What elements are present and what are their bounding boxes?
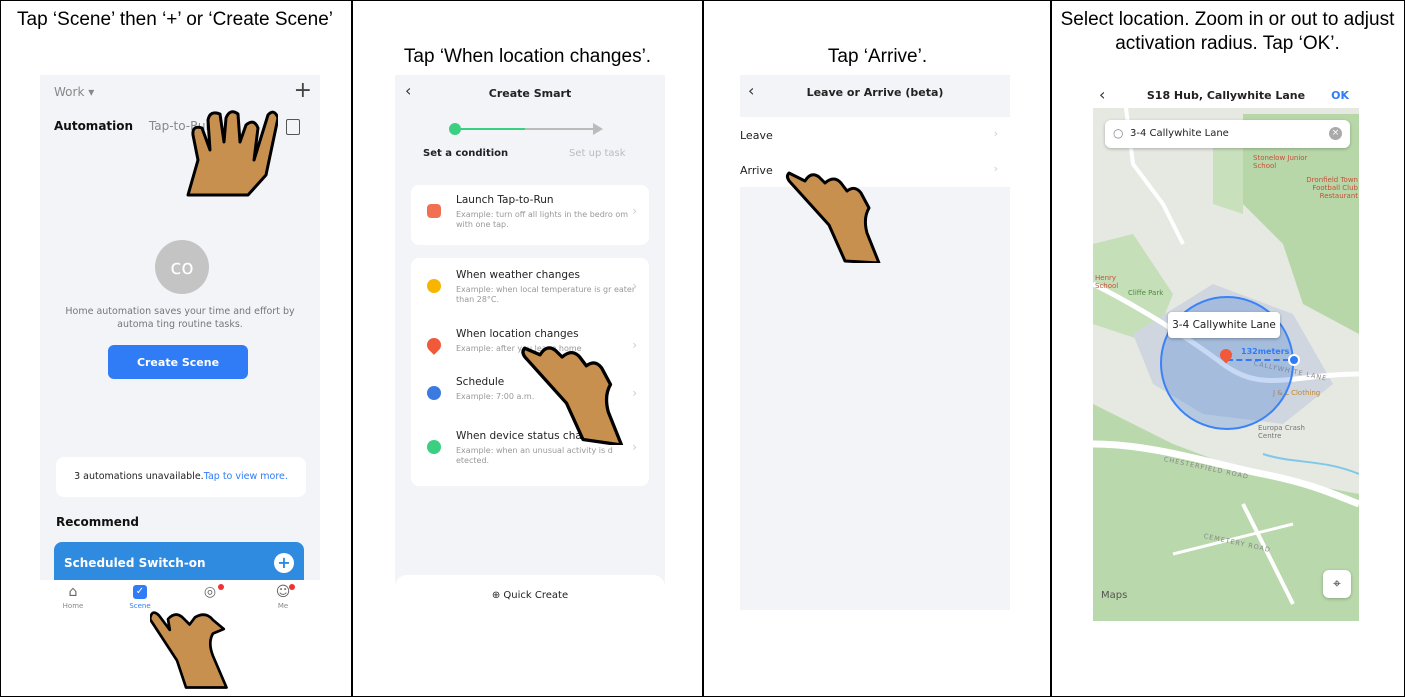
chevron-right-icon: › bbox=[632, 204, 637, 218]
location-callout: 3-4 Callywhite Lane bbox=[1168, 312, 1280, 338]
chevron-right-icon: › bbox=[632, 279, 637, 293]
quick-create-button[interactable]: ⊕ Quick Create bbox=[395, 575, 665, 622]
leave-arrive-screen: ‹ Leave or Arrive (beta) Leave › Arrive … bbox=[740, 75, 1010, 610]
condition-weather[interactable]: When weather changes Example: when local… bbox=[411, 263, 649, 317]
maps-attribution: Maps bbox=[1101, 590, 1128, 601]
recommend-card-title: Scheduled Switch-on bbox=[64, 556, 206, 570]
step-progress bbox=[449, 123, 603, 135]
screen-title: S18 Hub, Callywhite Lane bbox=[1146, 89, 1306, 102]
location-pin-icon bbox=[424, 335, 444, 355]
radius-line bbox=[1227, 359, 1289, 361]
option-leave[interactable]: Leave › bbox=[740, 117, 1010, 152]
unavailable-notice: 3 automations unavailable.Tap to view mo… bbox=[56, 457, 306, 497]
pointing-hand-icon bbox=[150, 611, 228, 689]
launch-card: Launch Tap-to-Run Example: turn off all … bbox=[411, 185, 649, 245]
ok-button[interactable]: OK bbox=[1331, 89, 1349, 102]
home-icon: ⌂ bbox=[68, 584, 78, 600]
pointing-hand-icon bbox=[186, 110, 278, 197]
screen-title: Leave or Arrive (beta) bbox=[806, 86, 944, 99]
sun-icon bbox=[427, 279, 441, 293]
clock-icon bbox=[427, 386, 441, 400]
notification-dot bbox=[289, 584, 295, 590]
column-divider bbox=[1050, 0, 1052, 697]
map-header: ‹ S18 Hub, Callywhite Lane OK bbox=[1093, 84, 1359, 108]
poi-label: Cliffe Park bbox=[1128, 289, 1164, 297]
search-input[interactable] bbox=[1130, 125, 1320, 141]
poi-label: Stonelow Junior School bbox=[1253, 154, 1308, 170]
create-scene-button[interactable]: Create Scene bbox=[108, 345, 248, 379]
radius-handle[interactable] bbox=[1288, 354, 1300, 366]
empty-description: Home automation saves your time and effo… bbox=[65, 306, 295, 330]
map-screen: ‹ S18 Hub, Callywhite Lane OK ○ × Stonel… bbox=[1093, 84, 1359, 621]
tab-automation[interactable]: Automation bbox=[54, 119, 133, 133]
progress-fill bbox=[455, 128, 525, 130]
location-search: ○ × bbox=[1105, 120, 1350, 148]
poi-label: Dronfield Town Football Club Restaurant bbox=[1306, 176, 1358, 200]
step-set-condition: Set a condition bbox=[423, 148, 509, 159]
search-icon: ○ bbox=[1113, 126, 1124, 140]
caption-step-1: Tap ‘Scene’ then ‘+’ or ‘Create Scene’ bbox=[17, 9, 333, 30]
chevron-right-icon: › bbox=[993, 162, 998, 175]
poi-label: Henry School bbox=[1095, 274, 1119, 290]
home-selector[interactable]: Work ▾ bbox=[54, 85, 94, 99]
pointing-hand-icon bbox=[785, 171, 881, 263]
add-circle-icon[interactable]: + bbox=[274, 553, 294, 573]
progress-arrow-icon bbox=[593, 123, 603, 135]
recenter-button[interactable]: ⌖ bbox=[1323, 570, 1351, 598]
log-icon[interactable] bbox=[286, 119, 300, 135]
add-scene-button[interactable]: + bbox=[294, 78, 312, 103]
column-divider bbox=[351, 0, 353, 697]
step-set-up-task: Set up task bbox=[569, 148, 626, 159]
radius-label: 132meters bbox=[1241, 347, 1290, 356]
clear-icon[interactable]: × bbox=[1329, 127, 1342, 140]
chevron-right-icon: › bbox=[993, 127, 998, 140]
column-divider bbox=[702, 0, 704, 697]
scene-icon: ✓ bbox=[133, 585, 147, 599]
caption-step-3: Tap ‘Arrive’. bbox=[827, 46, 928, 67]
progress-dot bbox=[449, 123, 461, 135]
poi-label: Europa Crash Centre bbox=[1258, 424, 1305, 440]
screen-title: Create Smart bbox=[488, 87, 572, 100]
tap-hand-icon bbox=[427, 204, 441, 218]
device-icon bbox=[427, 440, 441, 454]
unavailable-text: 3 automations unavailable. bbox=[74, 471, 204, 482]
automation-empty-icon: co bbox=[155, 240, 209, 294]
profile-icon: ☺ bbox=[275, 584, 291, 600]
view-more-link[interactable]: Tap to view more. bbox=[204, 471, 288, 482]
pointing-hand-icon bbox=[521, 346, 624, 445]
condition-launch-tap-to-run[interactable]: Launch Tap-to-Run Example: turn off all … bbox=[411, 188, 649, 242]
nav-me[interactable]: ☺ Me bbox=[258, 584, 308, 610]
recommend-title: Recommend bbox=[56, 515, 140, 529]
caption-step-4: Select location. Zoom in or out to adjus… bbox=[1060, 9, 1395, 54]
caption-step-2: Tap ‘When location changes’. bbox=[403, 46, 652, 67]
nav-home[interactable]: ⌂ Home bbox=[48, 584, 98, 610]
